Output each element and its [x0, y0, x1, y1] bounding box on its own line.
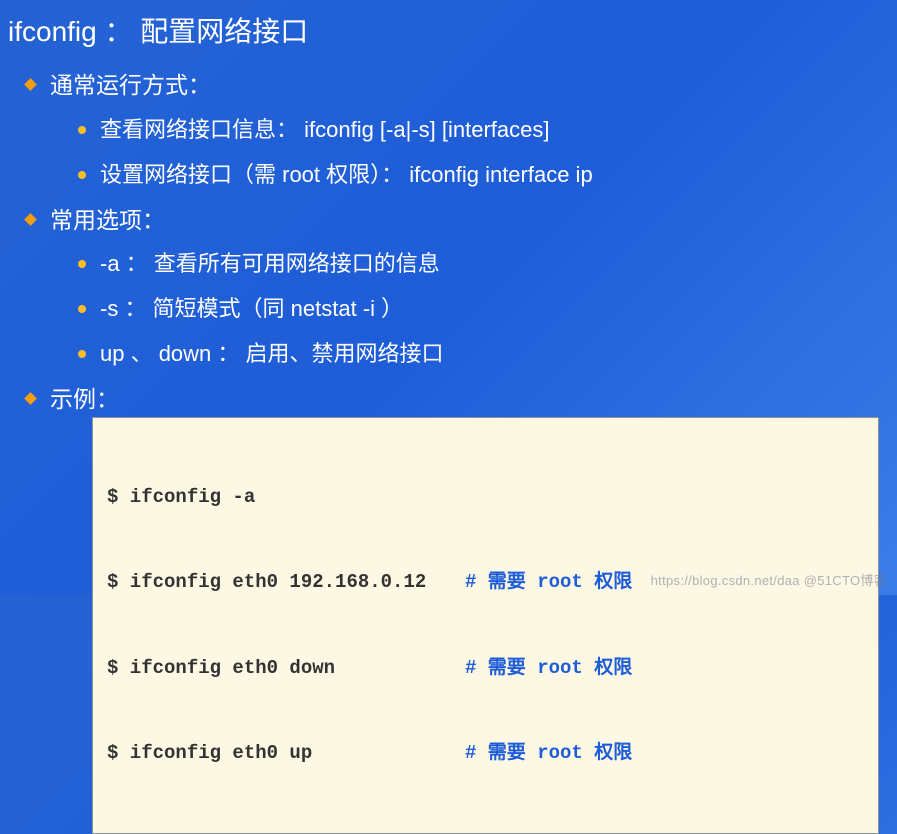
- code-line: $ ifconfig -a: [107, 483, 864, 512]
- code-command: $ ifconfig eth0 192.168.0.12: [107, 568, 465, 597]
- section-example: 示例： $ ifconfig -a $ ifconfig eth0 192.16…: [26, 382, 889, 834]
- slide-title: ifconfig ： 配置网络接口: [8, 10, 889, 50]
- section-heading: 常用选项：: [50, 207, 165, 233]
- code-line: $ ifconfig eth0 up# 需要 root 权限: [107, 739, 864, 768]
- option-item: up 、 down ： 启用、禁用网络接口: [78, 337, 889, 370]
- section-heading: 通常运行方式：: [50, 72, 211, 98]
- options-list: -a ： 查看所有可用网络接口的信息 -s ： 简短模式（同 netstat -…: [50, 247, 889, 370]
- usage-list: 查看网络接口信息： ifconfig [-a|-s] [interfaces] …: [50, 113, 889, 191]
- code-comment: # 需要 root 权限: [465, 654, 632, 683]
- code-comment: # 需要 root 权限: [465, 568, 632, 597]
- watermark: https://blog.csdn.net/daa @51CTO博客: [651, 570, 887, 589]
- option-item: -a ： 查看所有可用网络接口的信息: [78, 247, 889, 280]
- section-usage: 通常运行方式： 查看网络接口信息： ifconfig [-a|-s] [inte…: [26, 68, 889, 191]
- code-block: $ ifconfig -a $ ifconfig eth0 192.168.0.…: [92, 417, 879, 834]
- usage-item: 查看网络接口信息： ifconfig [-a|-s] [interfaces]: [78, 113, 889, 146]
- code-command: $ ifconfig -a: [107, 483, 465, 512]
- option-item: -s ： 简短模式（同 netstat -i ）: [78, 292, 889, 325]
- usage-item: 设置网络接口（需 root 权限）： ifconfig interface ip: [78, 158, 889, 191]
- code-line: $ ifconfig eth0 down# 需要 root 权限: [107, 654, 864, 683]
- section-options: 常用选项： -a ： 查看所有可用网络接口的信息 -s ： 简短模式（同 net…: [26, 203, 889, 371]
- outline-list: 通常运行方式： 查看网络接口信息： ifconfig [-a|-s] [inte…: [8, 68, 889, 834]
- code-comment: # 需要 root 权限: [465, 739, 632, 768]
- section-heading: 示例：: [50, 386, 119, 412]
- code-command: $ ifconfig eth0 up: [107, 739, 465, 768]
- code-command: $ ifconfig eth0 down: [107, 654, 465, 683]
